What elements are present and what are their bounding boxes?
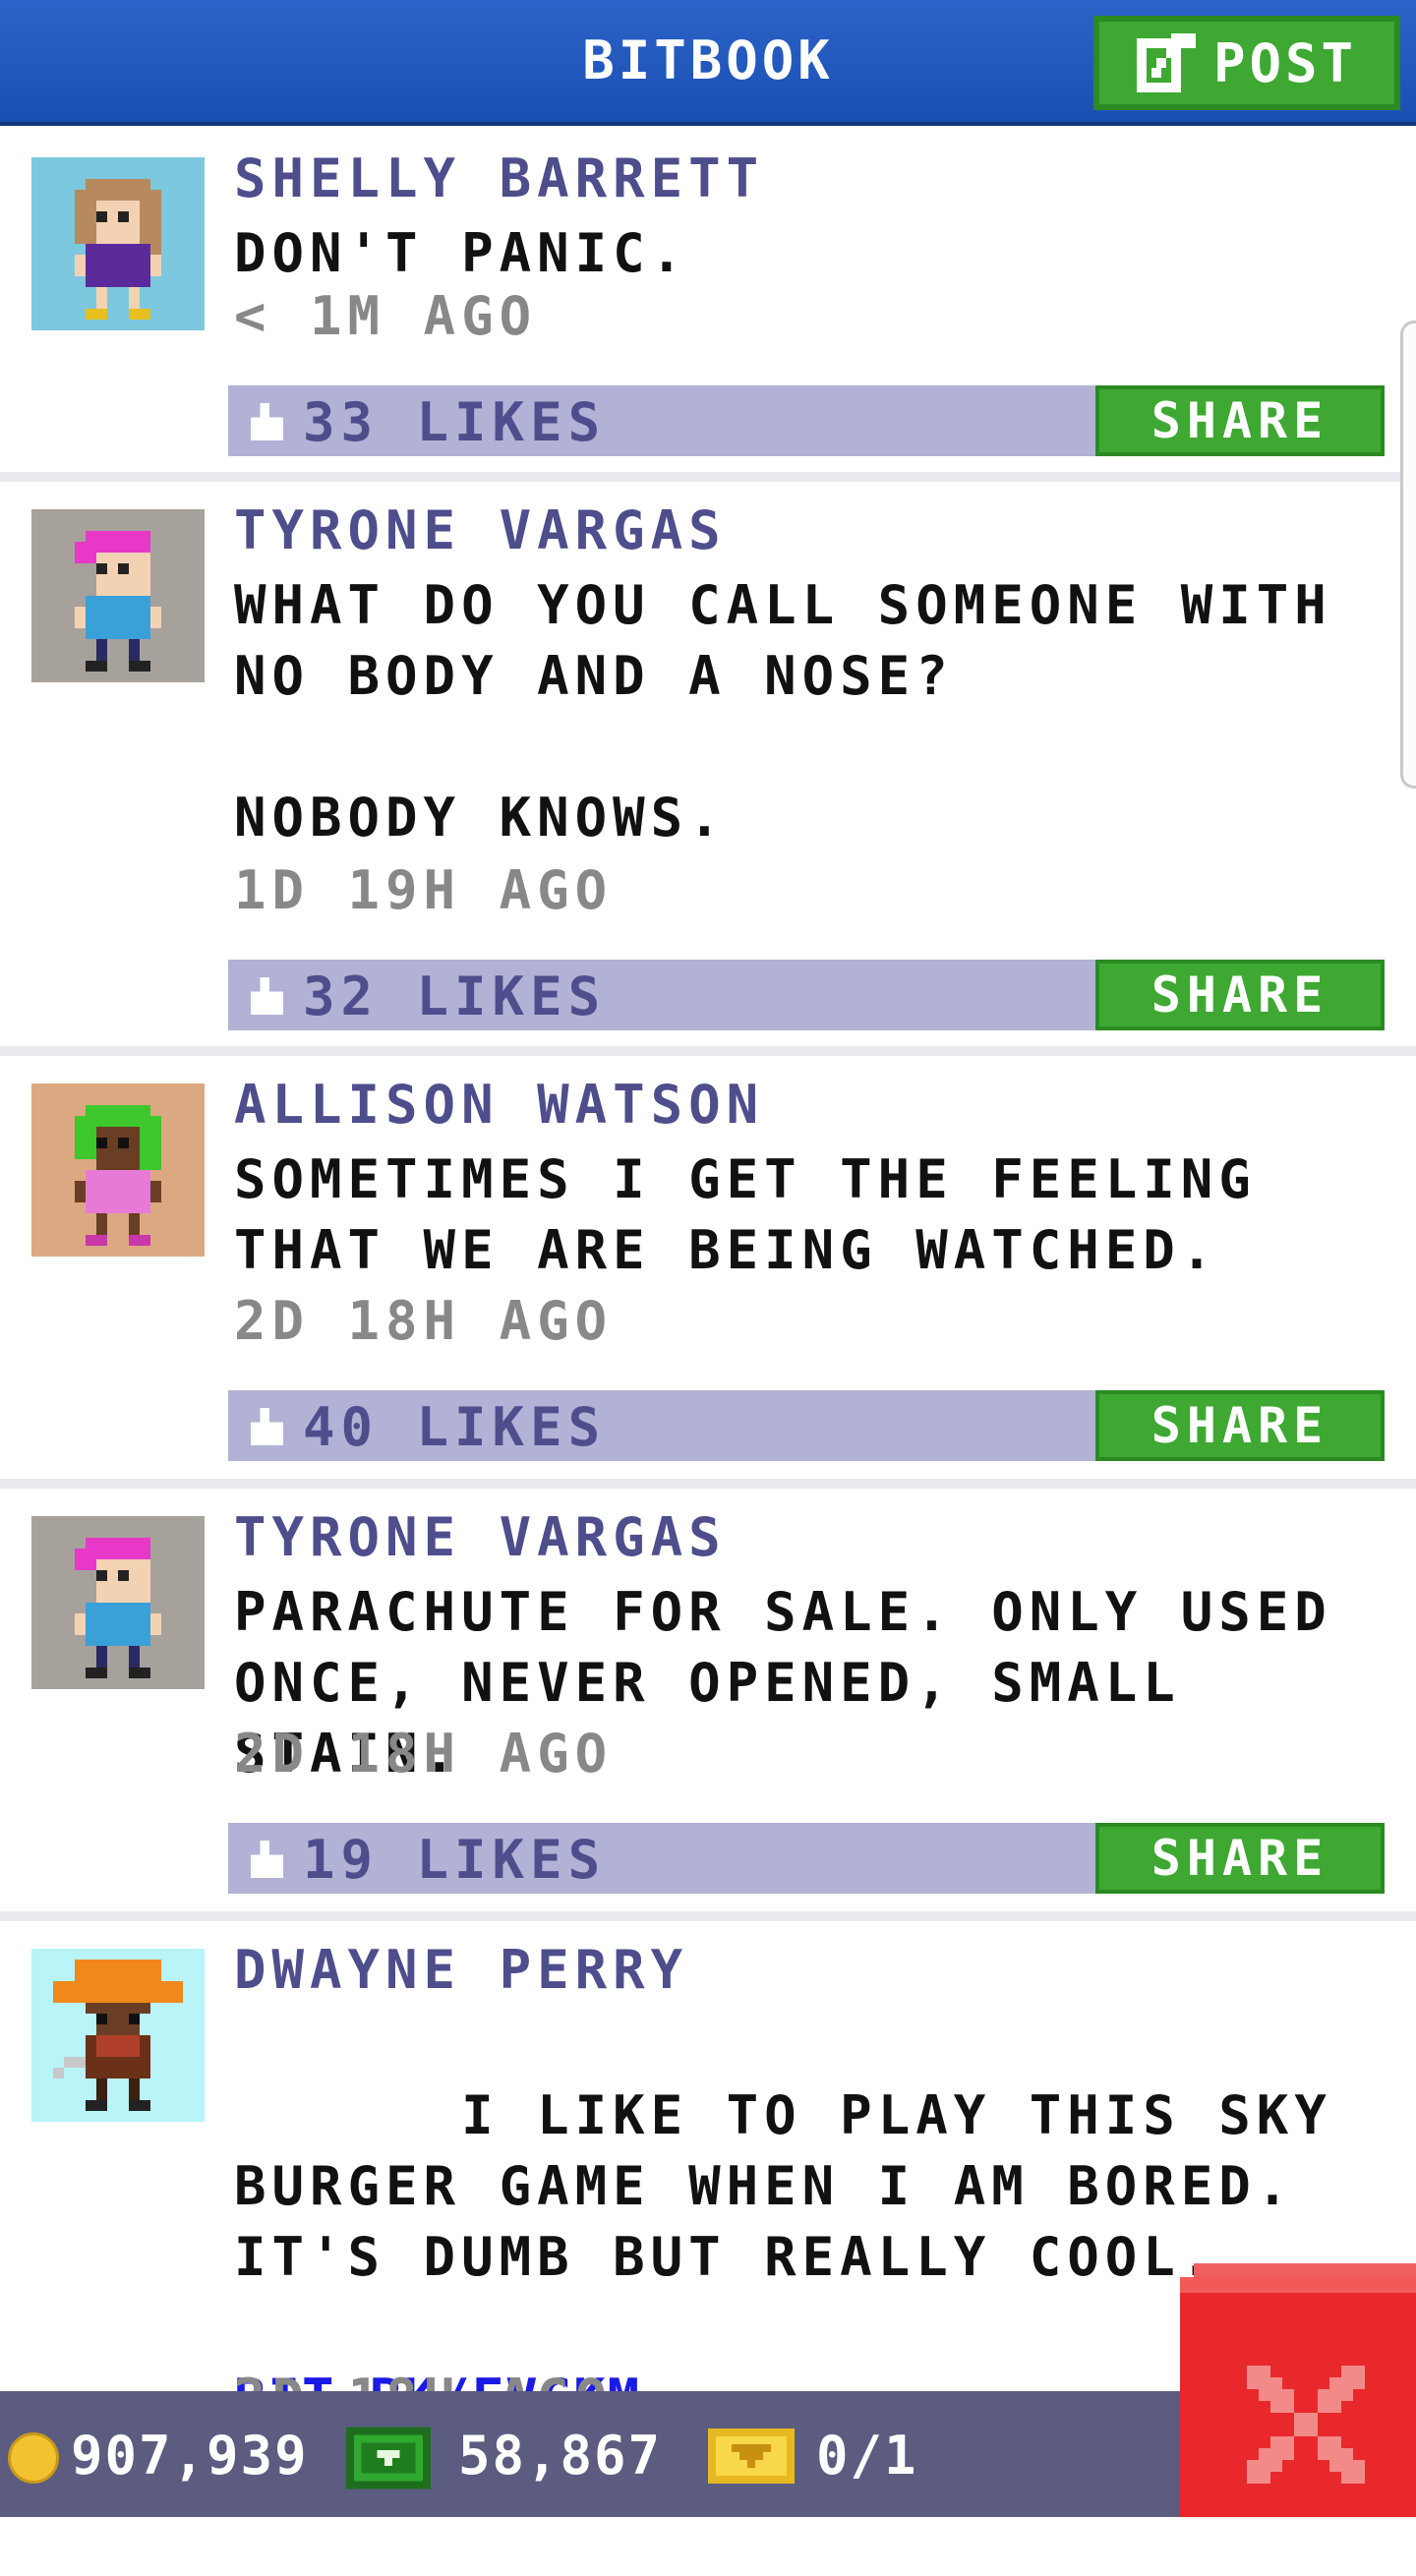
post-button-label: POST [1212,31,1358,94]
thumbs-up-icon[interactable] [246,403,283,440]
post-author[interactable]: ALLISON WATSON [234,1074,764,1136]
post-button[interactable]: POST [1093,16,1400,110]
post-author[interactable]: TYRONE VARGAS [234,1506,727,1568]
feed-post: TYRONE VARGAS PARACHUTE FOR SALE. ONLY U… [0,1489,1416,1921]
likes-bar[interactable]: 33 LIKES SHARE [228,385,1385,456]
post-timestamp: < 1M AGO [234,285,538,347]
post-author[interactable]: SHELLY BARRETT [234,147,764,209]
share-button[interactable]: SHARE [1095,1823,1385,1894]
share-button[interactable]: SHARE [1095,960,1385,1030]
avatar[interactable] [31,157,205,330]
likes-count: 33 LIKES [303,391,607,453]
post-timestamp: 2D 18H AGO [234,1723,614,1785]
avatar[interactable] [31,1949,205,2122]
likes-count: 19 LIKES [303,1829,607,1891]
avatar[interactable] [31,1516,205,1689]
coins-count: 907,939 [71,2425,309,2487]
post-timestamp: 1D 19H AGO [234,859,614,921]
close-button[interactable] [1180,2263,1416,2517]
post-author[interactable]: DWAYNE PERRY [234,1939,688,2001]
feed-post: TYRONE VARGAS WHAT DO YOU CALL SOMEONE W… [0,482,1416,1056]
likes-count: 32 LIKES [303,966,607,1027]
avatar[interactable] [31,1083,205,1257]
likes-bar[interactable]: 32 LIKES SHARE [228,960,1385,1030]
thumbs-up-icon[interactable] [246,1841,283,1878]
post-text: DON'T PANIC. [234,222,689,284]
app-header: BITBOOK POST [0,0,1416,126]
feed[interactable]: SHELLY BARRETT DON'T PANIC. < 1M AGO 33 … [0,130,1416,2432]
tickets-count: 0/1 [816,2425,918,2487]
close-icon [1180,2263,1416,2517]
thumbs-up-icon[interactable] [246,977,283,1015]
thumbs-up-icon[interactable] [246,1408,283,1445]
post-text: WHAT DO YOU CALL SOMEONE WITH NO BODY AN… [234,574,1332,849]
feed-post: SHELLY BARRETT DON'T PANIC. < 1M AGO 33 … [0,130,1416,482]
edit-icon [1136,33,1196,92]
likes-bar[interactable]: 19 LIKES SHARE [228,1823,1385,1894]
scrollbar-handle[interactable] [1400,321,1416,789]
ticket-icon [708,2429,795,2484]
coin-icon [8,2432,59,2484]
likes-bar[interactable]: 40 LIKES SHARE [228,1390,1385,1461]
post-author[interactable]: TYRONE VARGAS [234,499,727,561]
feed-post: ALLISON WATSON SOMETIMES I GET THE FEELI… [0,1056,1416,1489]
post-timestamp: 2D 18H AGO [234,1290,614,1352]
bux-icon [346,2427,431,2489]
post-text: SOMETIMES I GET THE FEELING THAT WE ARE … [234,1148,1295,1281]
likes-count: 40 LIKES [303,1396,607,1458]
bux-count: 58,867 [458,2425,663,2487]
post-text-body: I LIKE TO PLAY THIS SKY BURGER GAME WHEN… [234,2084,1371,2288]
share-button[interactable]: SHARE [1095,385,1385,456]
avatar[interactable] [31,509,205,682]
share-button[interactable]: SHARE [1095,1390,1385,1461]
